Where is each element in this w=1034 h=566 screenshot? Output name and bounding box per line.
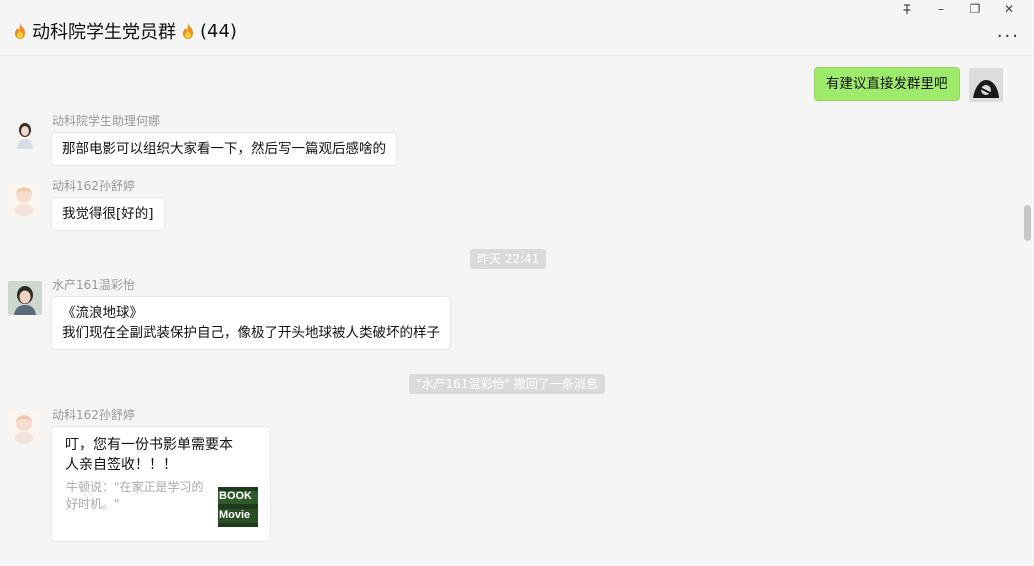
avatar-sender[interactable] — [8, 117, 42, 151]
avatar-sender[interactable] — [8, 410, 42, 444]
avatar-sender[interactable] — [8, 182, 42, 216]
group-name: 动科院学生党员群 — [32, 22, 176, 43]
chat-header: 动科院学生党员群 (44) – ❐ ✕ ··· — [0, 0, 1034, 56]
message-bubble[interactable]: 那部电影可以组织大家看一下，然后写一篇观后感啥的 — [51, 132, 397, 166]
pin-icon — [903, 4, 911, 14]
maximize-button[interactable]: ❐ — [958, 0, 992, 18]
link-card-title: 叮，您有一份书影单需要本人亲自签收！！！ — [65, 437, 233, 473]
avatar-image — [8, 117, 42, 151]
sender-name: 动科162孙舒婷 — [52, 408, 135, 422]
message-text: 我觉得很[好的] — [62, 206, 154, 222]
message-text: 有建议直接发群里吧 — [826, 76, 948, 92]
pin-button[interactable] — [890, 0, 924, 18]
window-controls: – ❐ ✕ — [890, 0, 1026, 18]
link-card-description: 牛顿说："在家正是学习的好时机。" — [66, 480, 204, 511]
message-bubble[interactable]: 我觉得很[好的] — [51, 197, 165, 231]
sender-name: 动科院学生助理何娜 — [52, 114, 161, 128]
message-text-line: 《流浪地球》 — [62, 305, 143, 321]
sender-name: 水产161温彩怡 — [52, 278, 135, 292]
link-card[interactable]: 叮，您有一份书影单需要本人亲自签收！！！ 牛顿说："在家正是学习的好时机。" B… — [51, 426, 271, 542]
avatar-image — [8, 281, 42, 315]
message-bubble[interactable]: 《流浪地球》 我们现在全副武装保护自己，像极了开头地球被人类破坏的样子 — [51, 296, 451, 350]
recall-notice: "水产161温彩怡" 撤回了一条消息 — [409, 374, 605, 394]
link-card-thumbnail: BOOK Movie — [218, 487, 258, 527]
minimize-button[interactable]: – — [924, 0, 958, 18]
close-button[interactable]: ✕ — [992, 0, 1026, 18]
sender-name: 动科162孙舒婷 — [52, 179, 135, 193]
avatar-image — [8, 182, 42, 216]
fire-emoji-icon — [15, 23, 25, 39]
chat-title[interactable]: 动科院学生党员群 (44) — [8, 18, 237, 44]
message-list[interactable]: 有建议直接发群里吧 动科院学生助理何娜 那部电影可以组织大家看一下，然后写一篇观… — [0, 57, 1034, 566]
scrollbar-thumb[interactable] — [1024, 205, 1031, 241]
avatar-sender[interactable] — [8, 281, 42, 315]
timestamp-divider: 昨天 22:41 — [470, 249, 547, 269]
fire-emoji-icon — [183, 23, 193, 39]
avatar-image — [969, 68, 1003, 102]
avatar-self[interactable] — [969, 68, 1003, 102]
message-text-line: 我们现在全副武装保护自己，像极了开头地球被人类破坏的样子 — [62, 325, 440, 341]
message-text: 那部电影可以组织大家看一下，然后写一篇观后感啥的 — [62, 141, 386, 157]
member-count: (44) — [200, 20, 237, 42]
thumbnail-text-top: BOOK — [219, 490, 252, 502]
message-bubble-self[interactable]: 有建议直接发群里吧 — [814, 67, 960, 101]
thumbnail-text-bottom: Movie — [219, 509, 251, 521]
more-options-button[interactable]: ··· — [997, 26, 1020, 47]
avatar-image — [8, 410, 42, 444]
